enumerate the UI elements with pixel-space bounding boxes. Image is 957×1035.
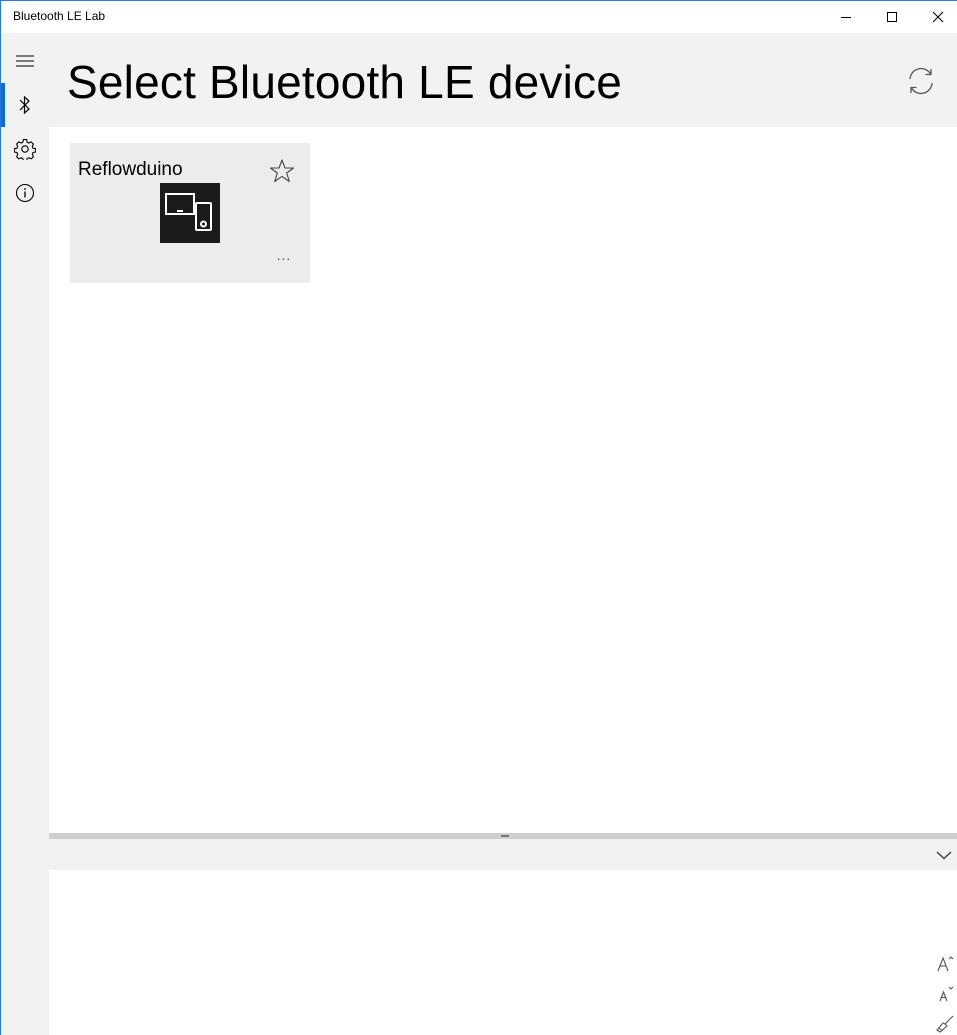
- clear-brush-icon: [936, 1015, 954, 1033]
- increase-font-button[interactable]: [933, 952, 957, 976]
- more-options-button[interactable]: ...: [270, 247, 298, 267]
- close-icon: [932, 11, 944, 23]
- selected-indicator: [1, 83, 5, 127]
- device-thumbnail: [160, 183, 220, 243]
- nav-item-bluetooth[interactable]: [1, 83, 49, 127]
- devices-icon: [165, 193, 212, 231]
- device-tile[interactable]: Reflowduino ...: [70, 143, 310, 283]
- navigation-rail: [1, 33, 49, 1035]
- decrease-font-button[interactable]: [933, 982, 957, 1006]
- maximize-icon: [887, 12, 897, 22]
- app-title: Bluetooth LE Lab: [13, 9, 106, 23]
- title-bar[interactable]: Bluetooth LE Lab: [1, 1, 957, 33]
- star-outline-icon: [269, 159, 295, 183]
- font-increase-icon: [937, 956, 954, 972]
- minimize-icon: [841, 17, 851, 18]
- hamburger-menu-icon: [16, 55, 34, 67]
- font-decrease-icon: [939, 986, 954, 1002]
- refresh-button[interactable]: [901, 61, 941, 101]
- maximize-button[interactable]: [869, 1, 915, 33]
- page-header: Select Bluetooth LE device: [49, 33, 957, 127]
- close-button[interactable]: [915, 1, 957, 33]
- hamburger-menu-button[interactable]: [1, 39, 49, 83]
- splitter-grip[interactable]: [501, 835, 509, 837]
- log-output-area[interactable]: [49, 870, 957, 1035]
- page-title: Select Bluetooth LE device: [67, 56, 622, 108]
- gear-icon: [14, 138, 36, 160]
- nav-item-about[interactable]: [1, 171, 49, 215]
- device-name: Reflowduino: [78, 159, 183, 180]
- chevron-down-icon: [936, 851, 952, 860]
- clear-log-button[interactable]: [933, 1012, 957, 1035]
- log-panel-header: [49, 839, 957, 870]
- bluetooth-icon: [19, 95, 30, 115]
- minimize-button[interactable]: [823, 1, 869, 33]
- collapse-panel-button[interactable]: [933, 845, 955, 865]
- refresh-icon: [909, 67, 933, 95]
- favorite-button[interactable]: [268, 157, 296, 185]
- info-icon: [15, 183, 35, 203]
- nav-item-settings[interactable]: [1, 127, 49, 171]
- app-window: Bluetooth LE Lab Select Bluetooth LE dev…: [0, 0, 957, 1035]
